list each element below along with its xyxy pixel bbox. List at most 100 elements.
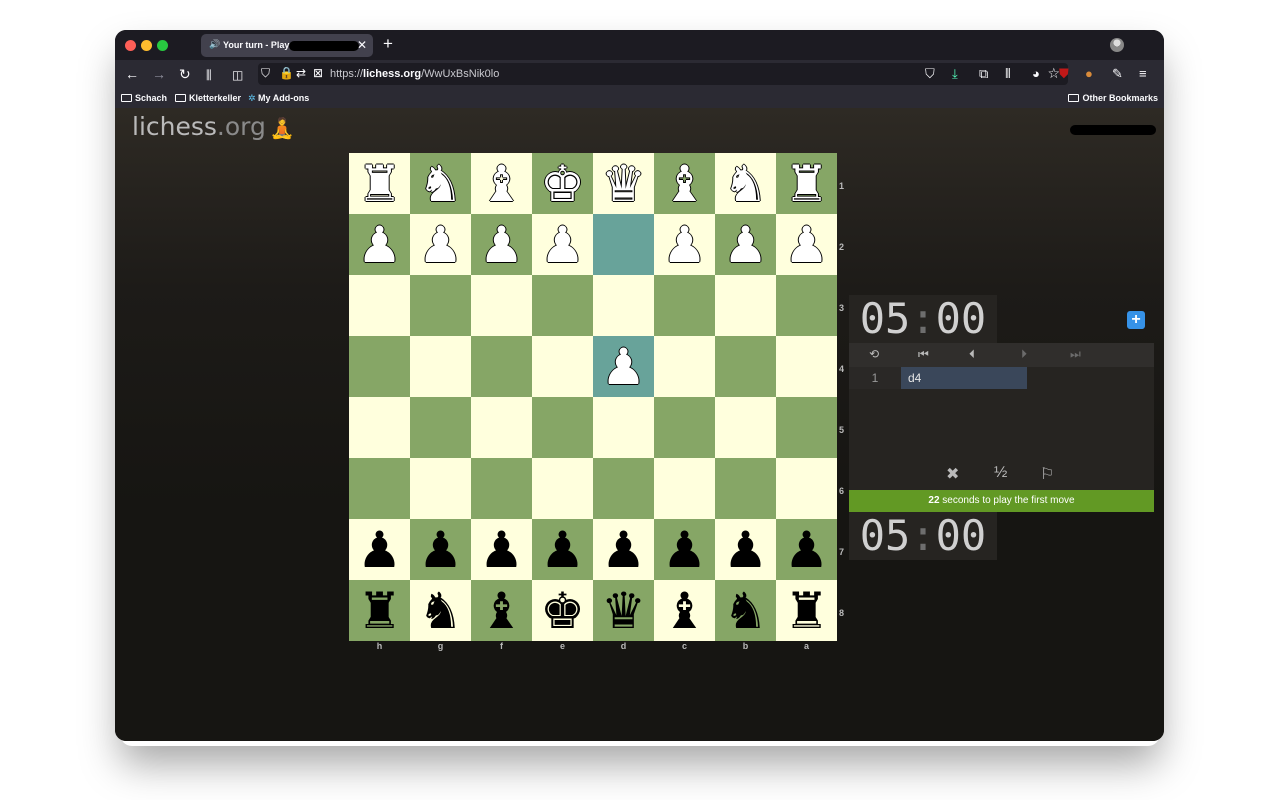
black-rook-piece[interactable]: ♜ <box>784 586 829 636</box>
first-move-icon[interactable]: ⏮ <box>918 347 929 362</box>
black-bishop-piece[interactable]: ♝ <box>662 586 707 636</box>
reload-icon[interactable]: ↻ <box>179 66 191 82</box>
square-c6[interactable] <box>654 458 715 519</box>
white-pawn-piece[interactable]: ♟ <box>662 220 707 270</box>
downloads-icon[interactable]: ⤓ <box>952 66 958 82</box>
square-b3[interactable] <box>715 275 776 336</box>
sidebar-icon[interactable]: ◫ <box>232 67 243 83</box>
square-g2[interactable]: ♟ <box>410 214 471 275</box>
other-bookmarks[interactable]: Other Bookmarks <box>1068 93 1158 103</box>
black-pawn-piece[interactable]: ♟ <box>418 525 463 575</box>
square-f2[interactable]: ♟ <box>471 214 532 275</box>
black-knight-piece[interactable]: ♞ <box>418 586 463 636</box>
square-e3[interactable] <box>532 275 593 336</box>
square-h2[interactable]: ♟ <box>349 214 410 275</box>
pocket-icon[interactable]: ⛉ <box>925 66 935 82</box>
tab-close-icon[interactable]: ✕ <box>357 38 367 52</box>
white-pawn-piece[interactable]: ♟ <box>784 220 829 270</box>
square-e6[interactable] <box>532 458 593 519</box>
square-e7[interactable]: ♟ <box>532 519 593 580</box>
square-c3[interactable] <box>654 275 715 336</box>
black-bishop-piece[interactable]: ♝ <box>479 586 524 636</box>
black-pawn-piece[interactable]: ♟ <box>662 525 707 575</box>
square-e4[interactable] <box>532 336 593 397</box>
square-h7[interactable]: ♟ <box>349 519 410 580</box>
black-pawn-piece[interactable]: ♟ <box>723 525 768 575</box>
white-queen-piece[interactable]: ♛ <box>601 159 646 209</box>
square-a1[interactable]: ♜ <box>776 153 837 214</box>
new-tab-button[interactable]: + <box>383 34 393 54</box>
extensions-icon[interactable]: ⧉ <box>979 66 988 82</box>
square-h5[interactable] <box>349 397 410 458</box>
square-b1[interactable]: ♞ <box>715 153 776 214</box>
white-bishop-piece[interactable]: ♝ <box>479 159 524 209</box>
extension-globe-icon[interactable]: ◕ <box>1032 66 1040 81</box>
menu-icon[interactable]: ≡ <box>1139 66 1147 81</box>
bookmark-folder[interactable]: Schach <box>121 93 167 103</box>
abort-game-button[interactable]: ✖ <box>946 464 959 484</box>
square-b6[interactable] <box>715 458 776 519</box>
black-pawn-piece[interactable]: ♟ <box>540 525 585 575</box>
square-g4[interactable] <box>410 336 471 397</box>
square-f1[interactable]: ♝ <box>471 153 532 214</box>
black-pawn-piece[interactable]: ♟ <box>357 525 402 575</box>
square-a3[interactable] <box>776 275 837 336</box>
square-d6[interactable] <box>593 458 654 519</box>
white-pawn-piece[interactable]: ♟ <box>479 220 524 270</box>
lock-icon[interactable]: 🔒 <box>279 66 294 80</box>
previous-move-icon[interactable]: ⏴ <box>969 347 975 362</box>
bookmark-folder[interactable]: Kletterkeller <box>175 93 241 103</box>
square-f5[interactable] <box>471 397 532 458</box>
bookmark-item[interactable]: ✲ My Add-ons <box>248 93 309 104</box>
white-pawn-piece[interactable]: ♟ <box>418 220 463 270</box>
square-a7[interactable]: ♟ <box>776 519 837 580</box>
black-king-piece[interactable]: ♚ <box>540 586 585 636</box>
square-d5[interactable] <box>593 397 654 458</box>
move-white[interactable]: d4 <box>901 367 1027 389</box>
white-pawn-piece[interactable]: ♟ <box>723 220 768 270</box>
black-pawn-piece[interactable]: ♟ <box>784 525 829 575</box>
square-d7[interactable]: ♟ <box>593 519 654 580</box>
window-minimize-button[interactable] <box>141 40 152 51</box>
square-a5[interactable] <box>776 397 837 458</box>
square-b7[interactable]: ♟ <box>715 519 776 580</box>
offer-draw-button[interactable]: ½ <box>994 464 1007 482</box>
browser-tab[interactable]: 🔊 Your turn - Play ✕ <box>201 34 373 57</box>
square-g7[interactable]: ♟ <box>410 519 471 580</box>
add-time-button[interactable]: + <box>1127 311 1145 329</box>
square-c8[interactable]: ♝ <box>654 580 715 641</box>
square-b5[interactable] <box>715 397 776 458</box>
square-d2[interactable] <box>593 214 654 275</box>
extension-tool-icon[interactable]: ✎ <box>1112 66 1123 82</box>
square-h6[interactable] <box>349 458 410 519</box>
square-h4[interactable] <box>349 336 410 397</box>
square-b2[interactable]: ♟ <box>715 214 776 275</box>
forward-icon[interactable]: → <box>152 66 166 82</box>
permissions-icon[interactable]: ⇄ <box>296 66 306 80</box>
window-close-button[interactable] <box>125 40 136 51</box>
black-rook-piece[interactable]: ♜ <box>357 586 402 636</box>
white-knight-piece[interactable]: ♞ <box>723 159 768 209</box>
square-f3[interactable] <box>471 275 532 336</box>
square-g3[interactable] <box>410 275 471 336</box>
square-c7[interactable]: ♟ <box>654 519 715 580</box>
square-e5[interactable] <box>532 397 593 458</box>
site-logo[interactable]: lichess.org 🧘 <box>132 112 295 141</box>
speaker-icon[interactable]: 🔊 <box>209 39 220 50</box>
square-e8[interactable]: ♚ <box>532 580 593 641</box>
url-text[interactable]: https://lichess.org/WwUxBsNik0lo <box>330 68 499 80</box>
autoplay-blocked-icon[interactable]: ⊠ <box>313 66 323 80</box>
square-b8[interactable]: ♞ <box>715 580 776 641</box>
white-rook-piece[interactable]: ♜ <box>357 159 402 209</box>
square-d8[interactable]: ♛ <box>593 580 654 641</box>
chess-board[interactable]: ♜ ♞ ♝ ♚ ♛ ♝ ♞ ♜ ♟ ♟ ♟ ♟ ♟ ♟ ♟ ♟ ♟ ♟ ♟ ♟ ♟ ♟ ♟ ♟ ♜ ♞ ♝ ♚ ♛ ♝ ♞ ♜ 1 2 3 4 5 6 7 8… <box>349 153 844 651</box>
last-move-icon[interactable]: ⏭ <box>1070 347 1081 362</box>
flip-board-icon[interactable]: ⟲ <box>869 347 879 361</box>
account-avatar[interactable] <box>1110 38 1124 52</box>
white-bishop-piece[interactable]: ♝ <box>662 159 707 209</box>
square-g8[interactable]: ♞ <box>410 580 471 641</box>
square-d3[interactable] <box>593 275 654 336</box>
square-f4[interactable] <box>471 336 532 397</box>
black-pawn-piece[interactable]: ♟ <box>601 525 646 575</box>
white-pawn-piece[interactable]: ♟ <box>357 220 402 270</box>
